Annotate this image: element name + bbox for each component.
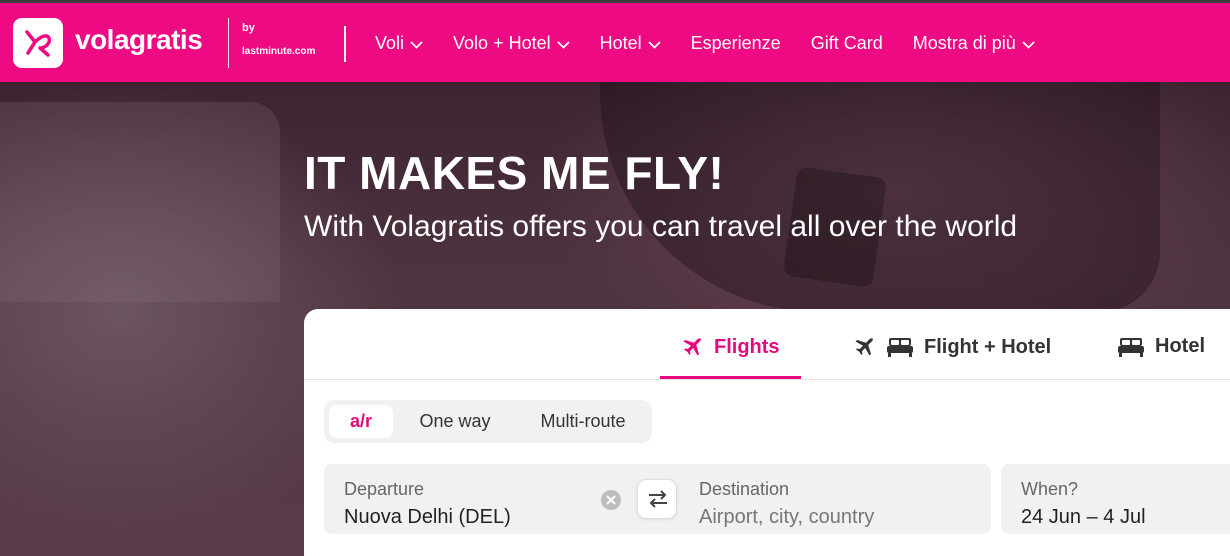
- plane-icon: [683, 338, 701, 356]
- tab-hotel[interactable]: Hotel: [1117, 335, 1205, 358]
- clear-departure-button[interactable]: [601, 490, 621, 510]
- bed-icon: [1118, 337, 1144, 357]
- destination-field[interactable]: Destination Airport, city, country: [659, 464, 991, 534]
- search-card: Flights Flight + Hotel Hotel a/r One way…: [304, 309, 1230, 556]
- volagratis-logo-icon[interactable]: [13, 18, 63, 68]
- nav-item-label: Voli: [375, 33, 405, 53]
- active-tab-indicator: [660, 376, 801, 379]
- destination-label: Destination: [699, 479, 790, 499]
- nav-item-mostra-di-piu[interactable]: Mostra di più: [913, 33, 1035, 54]
- brand-divider: [228, 18, 229, 68]
- swap-arrows-icon: [649, 490, 667, 508]
- chevron-down-icon: [648, 40, 661, 49]
- search-tabs: Flights Flight + Hotel Hotel: [304, 309, 1230, 380]
- trip-type-one-way[interactable]: One way: [412, 405, 498, 438]
- dates-value[interactable]: 24 Jun – 4 Jul: [1021, 506, 1146, 529]
- nav-item-esperienze[interactable]: Esperienze: [691, 33, 781, 54]
- chevron-down-icon: [410, 40, 423, 49]
- departure-value[interactable]: Nuova Delhi (DEL): [344, 506, 511, 529]
- tab-flights[interactable]: Flights: [680, 335, 780, 359]
- top-navigation-bar: volagratis by lastminute.com Voli Volo +…: [0, 0, 1230, 82]
- tab-label: Flight + Hotel: [924, 335, 1052, 358]
- destination-input[interactable]: Airport, city, country: [699, 506, 874, 529]
- by-label: by: [242, 22, 255, 34]
- trip-type-selector: a/r One way Multi-route: [324, 400, 652, 443]
- trip-type-multi-route[interactable]: Multi-route: [530, 405, 636, 438]
- departure-field[interactable]: Departure Nuova Delhi (DEL): [324, 464, 659, 534]
- trip-type-return[interactable]: a/r: [329, 405, 393, 438]
- nav-item-voli[interactable]: Voli: [375, 33, 423, 54]
- nav-item-hotel[interactable]: Hotel: [600, 33, 661, 54]
- departure-label: Departure: [344, 479, 425, 499]
- dates-field[interactable]: When? 24 Jun – 4 Jul: [1001, 464, 1230, 534]
- hero-title: IT MAKES ME FLY!: [304, 147, 725, 199]
- nav-item-label: Hotel: [599, 33, 642, 53]
- nav-divider: [344, 26, 346, 62]
- dates-label: When?: [1021, 479, 1079, 499]
- plane-icon: [855, 338, 873, 356]
- main-nav: Voli Volo + Hotel Hotel Esperienze Gift …: [375, 33, 1035, 54]
- chevron-down-icon: [1022, 40, 1035, 49]
- tab-label: Hotel: [1155, 335, 1205, 357]
- hero-decor-shape: [0, 102, 280, 302]
- bed-icon: [887, 338, 913, 357]
- chevron-down-icon: [556, 40, 570, 49]
- nav-item-label: Esperienze: [690, 33, 781, 53]
- tab-flight-hotel[interactable]: Flight + Hotel: [852, 335, 1051, 359]
- nav-item-label: Mostra di più: [912, 33, 1016, 53]
- close-icon: [606, 495, 616, 505]
- brand-name[interactable]: volagratis: [75, 24, 203, 56]
- hero-subtitle: With Volagratis offers you can travel al…: [304, 210, 1018, 243]
- nav-item-volo-hotel[interactable]: Volo + Hotel: [453, 33, 570, 54]
- swap-locations-button[interactable]: [637, 479, 677, 519]
- nav-item-gift-card[interactable]: Gift Card: [811, 33, 883, 54]
- partner-label: lastminute.com: [242, 46, 316, 57]
- nav-item-label: Gift Card: [810, 33, 883, 53]
- nav-item-label: Volo + Hotel: [453, 33, 551, 53]
- tab-label: Flights: [714, 335, 780, 358]
